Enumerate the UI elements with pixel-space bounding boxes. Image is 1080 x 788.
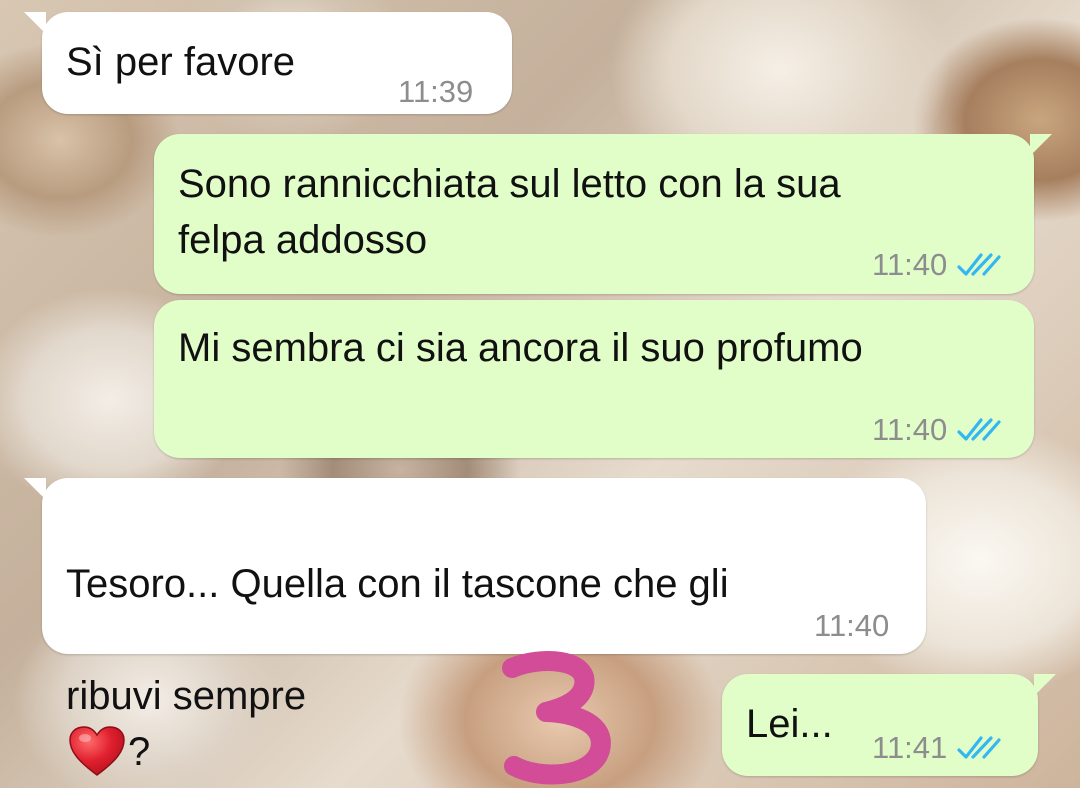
incoming-message-bubble[interactable]: Tesoro... Quella con il tascone che gli … — [24, 478, 926, 776]
outgoing-message-bubble[interactable]: Mi sembra ci sia ancora il suo profumo 1… — [154, 300, 1034, 458]
message-text-line-2: ribuvi sempre — [66, 674, 307, 718]
bubble-tail — [1034, 674, 1056, 696]
message-timestamp: 11:40 — [872, 247, 948, 282]
read-receipt-icon — [957, 418, 1001, 441]
read-receipt-icon — [957, 253, 1001, 276]
message-text: Sì per favore — [66, 40, 296, 84]
red-heart-emoji-icon — [69, 726, 125, 776]
handwritten-number-annotation — [502, 651, 611, 785]
message-meta: 11:40 — [872, 402, 1001, 458]
message-meta: 11:41 — [872, 720, 1001, 776]
message-meta: 11:40 — [814, 598, 889, 654]
outgoing-message-bubble[interactable]: Lei... 11:41 — [722, 674, 1056, 776]
message-meta: 11:40 — [872, 237, 1001, 293]
bubble-tail — [1030, 134, 1052, 156]
bubble-tail — [24, 478, 46, 500]
message-timestamp: 11:41 — [872, 730, 948, 765]
message-text: Tesoro... Quella con il tascone che gli … — [66, 500, 729, 780]
message-meta: 11:39 — [398, 64, 473, 120]
message-timestamp: 11:40 — [814, 608, 890, 643]
message-timestamp: 11:39 — [398, 74, 474, 109]
message-text-punctuation: ? — [128, 730, 151, 774]
message-timestamp: 11:40 — [872, 412, 948, 447]
incoming-message-bubble[interactable]: Sì per favore 11:39 — [24, 12, 512, 114]
outgoing-message-bubble[interactable]: Sono rannicchiata sul letto con la sua f… — [154, 134, 1052, 294]
bubble-tail — [24, 12, 46, 34]
message-text-line-1: Tesoro... Quella con il tascone che gli — [66, 562, 729, 606]
message-text: Mi sembra ci sia ancora il suo profumo — [178, 326, 863, 370]
message-text: Lei... — [746, 702, 833, 746]
read-receipt-icon — [957, 736, 1001, 759]
